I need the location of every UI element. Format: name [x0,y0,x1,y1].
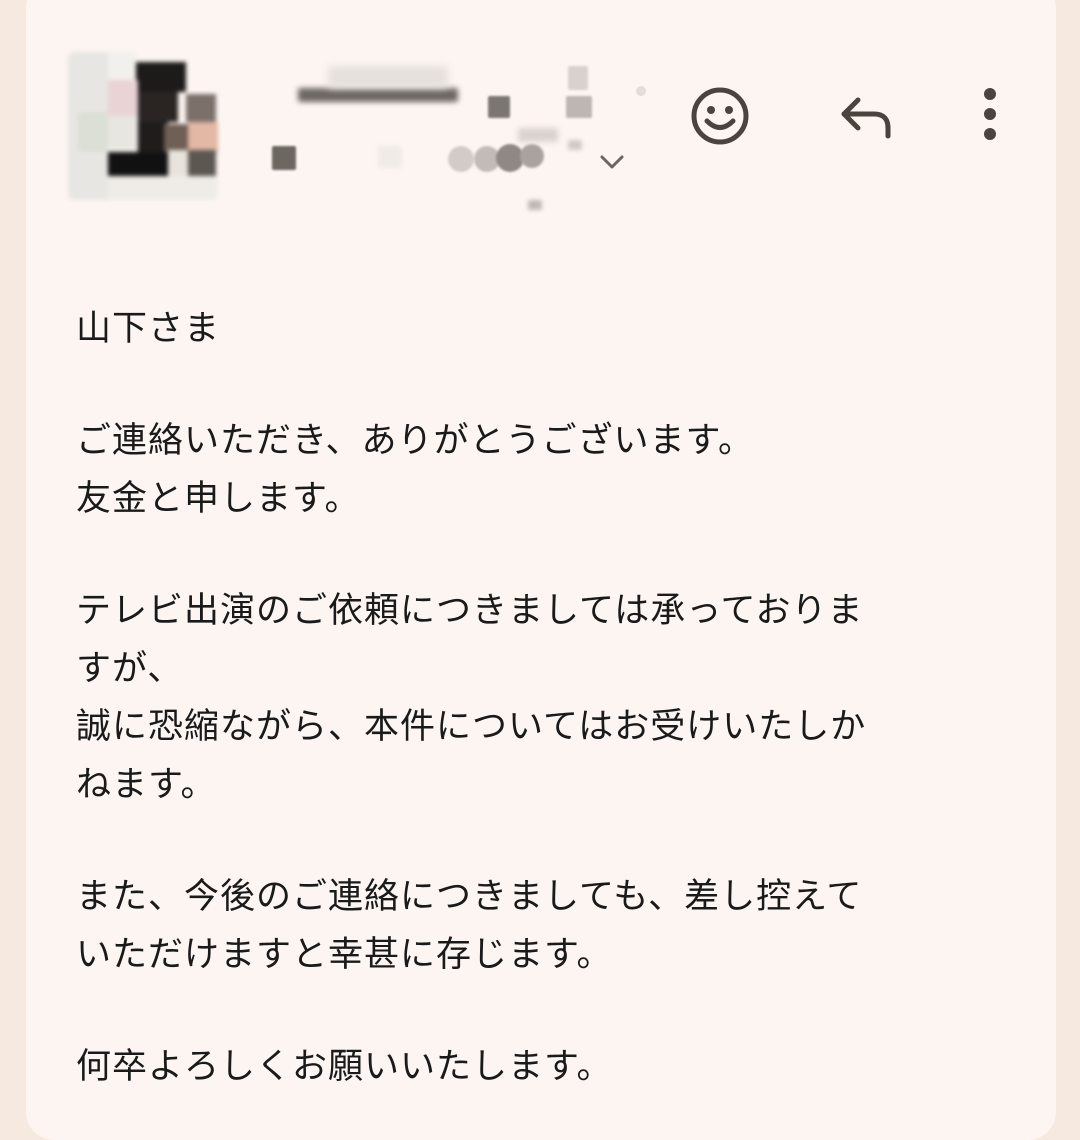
chevron-down-icon[interactable] [598,152,626,174]
email-body: 山下さま ご連絡いただき、ありがとうございます。 友金と申します。 テレビ出演の… [76,300,996,1096]
email-greeting: 山下さま [76,300,996,358]
sender-name[interactable] [268,60,648,210]
paragraph-line: ご連絡いただき、ありがとうございます。 [76,421,755,461]
email-closing: 何卒よろしくお願いいたします。 [76,1038,996,1096]
paragraph-line: 誠に恐縮ながら、本件についてはお受けいたしか [76,707,867,747]
greeting-line: 山下さま [76,309,221,349]
paragraph-line: テレビ出演のご依頼につきましては承っておりま [76,591,864,631]
more-vertical-icon [978,82,1002,150]
more-options-button[interactable] [950,76,1030,156]
reply-arrow-icon [834,84,898,152]
email-paragraph-1: ご連絡いただき、ありがとうございます。 友金と申します。 [76,412,996,528]
email-paragraph-3: また、今後のご連絡につきましても、差し控えて いただけますと幸甚に存じます。 [76,868,996,984]
paragraph-line: また、今後のご連絡につきましても、差し控えて [76,877,863,917]
email-header [0,0,1080,230]
sender-avatar[interactable] [68,52,218,200]
add-reaction-button[interactable] [680,78,760,158]
paragraph-line: いただけますと幸甚に存じます。 [76,935,613,975]
paragraph-line: すが、 [76,649,184,689]
email-paragraph-2: テレビ出演のご依頼につきましては承っておりま すが、 誠に恐縮ながら、本件につい… [76,582,996,814]
closing-line: 何卒よろしくお願いいたします。 [76,1047,613,1087]
smiley-face-icon [688,84,752,152]
paragraph-line: 友金と申します。 [76,479,361,519]
reply-button[interactable] [826,78,906,158]
paragraph-line: ねます。 [76,765,217,805]
